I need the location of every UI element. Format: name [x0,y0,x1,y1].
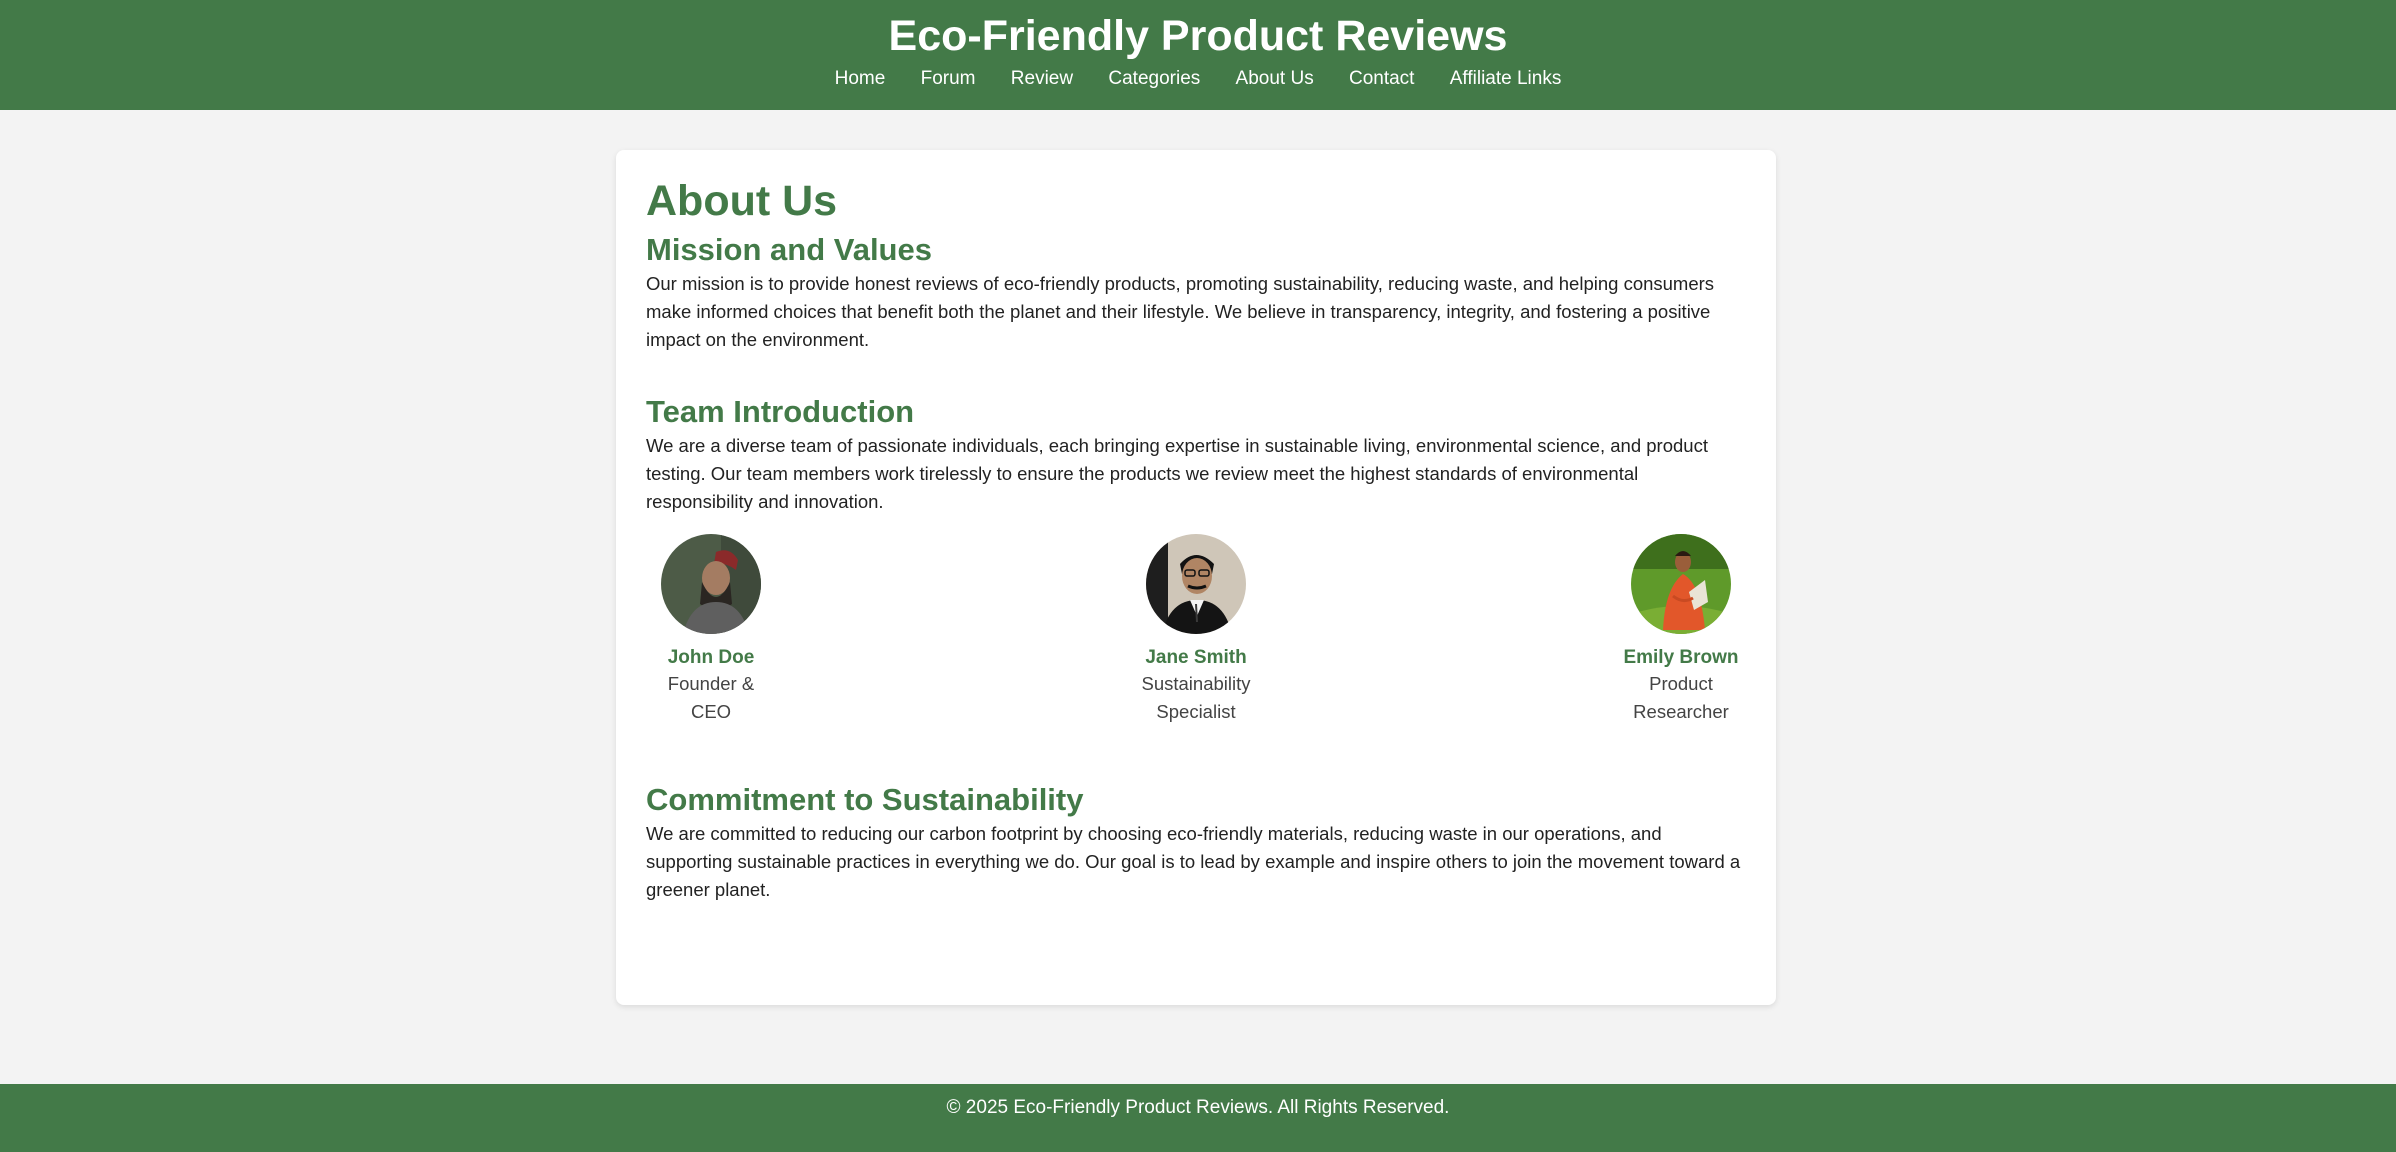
mission-heading: Mission and Values [646,232,932,267]
member-role: Product Researcher [1633,673,1729,722]
about-content-card: About Us Mission and Values Our mission … [616,150,1776,1005]
member-name: John Doe [667,647,755,668]
mission-text: Our mission is to provide honest reviews… [646,273,1715,350]
nav-link-home[interactable]: Home [835,66,886,92]
avatar-jane-smith [1146,534,1246,634]
team-heading: Team Introduction [646,394,915,429]
commitment-text: We are committed to reducing our carbon … [646,823,1741,900]
member-role: Sustainability Specialist [1141,673,1251,722]
team-text: We are a diverse team of passionate indi… [646,435,1708,512]
nav-link-contact[interactable]: Contact [1349,66,1414,92]
member-name: Emily Brown [1623,647,1739,668]
nav-link-review[interactable]: Review [1011,66,1073,92]
site-footer: © 2025 Eco-Friendly Product Reviews. All… [0,1084,2396,1152]
site-title: Eco-Friendly Product Reviews [888,12,1508,60]
footer-copyright: © 2025 Eco-Friendly Product Reviews. All… [946,1097,1450,1118]
main-nav: Home Forum Review Categories About Us Co… [0,66,2396,92]
team-member-jane-smith: Jane Smith Sustainability Specialist [1131,534,1261,726]
site-header: Eco-Friendly Product Reviews Home Forum … [0,0,2396,110]
mission-section: Mission and Values Our mission is to pro… [646,230,1746,354]
commitment-heading: Commitment to Sustainability [646,782,1084,817]
team-section: Team Introduction We are a diverse team … [646,392,1746,726]
nav-link-categories[interactable]: Categories [1108,66,1200,92]
nav-link-forum[interactable]: Forum [921,66,976,92]
member-role: Founder & CEO [667,673,755,722]
page-title: About Us [646,177,838,225]
avatar-emily-brown [1631,534,1731,634]
team-member-emily-brown: Emily Brown Product Researcher [1616,534,1746,726]
team-member-john-doe: John Doe Founder & CEO [646,534,776,726]
nav-link-affiliate-links[interactable]: Affiliate Links [1450,66,1562,92]
nav-link-about-us[interactable]: About Us [1236,66,1314,92]
member-name: Jane Smith [1145,647,1247,668]
team-members: John Doe Founder & CEO Jane Smith Sustai… [646,534,1746,726]
avatar-john-doe [661,534,761,634]
commitment-section: Commitment to Sustainability We are comm… [646,780,1746,904]
